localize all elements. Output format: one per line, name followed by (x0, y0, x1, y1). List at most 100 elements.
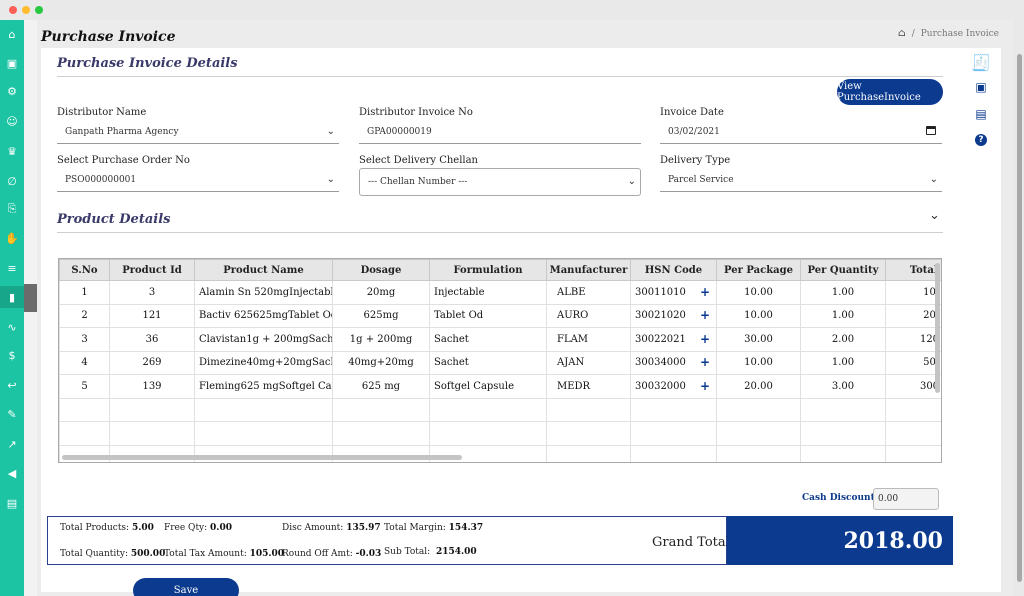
table-cell: MEDR (546, 374, 631, 399)
dollar-icon[interactable]: $ (0, 344, 24, 366)
purchase-order-value: PSO000000001 (65, 174, 137, 185)
save-icon[interactable]: ▣ (0, 52, 24, 74)
settings-icon[interactable]: ⚙ (0, 80, 24, 102)
column-header: Product Id (109, 259, 195, 281)
table-cell (109, 444, 195, 462)
table-cell: Bactiv 625625mgTablet Od (194, 303, 333, 328)
table-cell (546, 444, 631, 462)
chevron-down-icon: ⌄ (326, 174, 335, 185)
column-header: HSN Code (630, 259, 717, 281)
add-hsn-icon[interactable]: + (700, 380, 710, 392)
delivery-type-select[interactable]: Parcel Service ⌄ (660, 168, 942, 192)
home-icon[interactable]: ⌂ (0, 23, 24, 45)
table-cell: 10.00 (716, 280, 801, 305)
return-icon[interactable]: ↩ (0, 374, 24, 396)
pulse-icon[interactable]: ∿ (0, 316, 24, 338)
help-icon[interactable]: ? (969, 130, 993, 150)
pill-icon[interactable]: ∅ (0, 170, 24, 192)
table-cell: 30.00 (716, 327, 801, 352)
sub-total: Sub Total: 2154.00 (384, 547, 477, 557)
hand-icon[interactable]: ✋ (0, 227, 24, 249)
receipt-icon[interactable]: 🧾 (969, 52, 993, 72)
column-header: Manufacturer (546, 259, 631, 281)
book-icon[interactable]: ▤ (969, 104, 993, 124)
chevron-down-icon: ⌄ (627, 176, 636, 187)
view-purchase-invoice-button[interactable]: View PurchaseInvoice (837, 79, 943, 105)
table-cell (716, 397, 801, 422)
maximize-window-button[interactable] (35, 6, 43, 14)
table-cell: Alamin Sn 520mgInjectable (194, 280, 333, 305)
total-products: Total Products: 5.00 (60, 523, 154, 533)
database-icon[interactable]: ≡ (0, 257, 24, 279)
table-cell: 20 (885, 303, 941, 328)
column-header: Per Quantity (800, 259, 886, 281)
table-cell: FLAM (546, 327, 631, 352)
table-cell (885, 421, 941, 446)
table-cell (194, 421, 333, 446)
purchase-order-select[interactable]: PSO000000001 ⌄ (57, 168, 339, 192)
table-cell: 1g + 200mg (332, 327, 430, 352)
file-export-icon[interactable]: ▣ (969, 77, 993, 97)
table-row[interactable]: 5 139 Fleming625 mgSoftgel Cap 625 mg Softge… (59, 374, 941, 399)
table-cell: 139 (109, 374, 195, 399)
collapse-chevron-icon[interactable]: ⌄ (929, 208, 940, 223)
page-scrollbar-thumb[interactable] (1017, 54, 1022, 582)
delivery-chellan-label: Select Delivery Chellan (359, 155, 478, 166)
pencil-icon[interactable]: ✎ (0, 403, 24, 425)
table-cell (109, 397, 195, 422)
divider (57, 76, 943, 77)
distributor-invoice-no-field[interactable]: GPA00000019 (359, 120, 641, 144)
add-hsn-icon[interactable]: + (700, 333, 710, 345)
link-icon[interactable]: ⎘ (0, 198, 24, 220)
table-cell (885, 444, 941, 462)
add-hsn-icon[interactable]: + (700, 356, 710, 368)
distributor-name-value: Ganpath Pharma Agency (65, 126, 179, 137)
table-cell: 4 (59, 350, 110, 375)
table-row[interactable]: 1 3 Alamin Sn 520mgInjectable 20mg Injectabl… (59, 280, 941, 305)
close-window-button[interactable] (9, 6, 17, 14)
delivery-chellan-select[interactable]: --- Chellan Number --- ⌄ (359, 168, 641, 196)
total-quantity: Total Quantity: 500.00 (60, 549, 166, 559)
table-cell: 3 (59, 327, 110, 352)
table-cell (800, 444, 886, 462)
table-row[interactable]: 2 121 Bactiv 625625mgTablet Od 625mg Tablet … (59, 303, 941, 328)
table-row[interactable]: 4 269 Dimezine40mg+20mgSachet 40mg+20mg Sach… (59, 350, 941, 375)
save-button[interactable]: Save (133, 578, 239, 596)
document-icon[interactable]: ▮ (0, 286, 24, 308)
table-cell (332, 421, 430, 446)
user-icon[interactable]: ☺ (0, 110, 24, 132)
distributor-name-select[interactable]: Ganpath Pharma Agency ⌄ (57, 120, 339, 144)
product-table: S.No Product Id Product Name Dosage Formulat… (58, 258, 942, 463)
divider (57, 232, 943, 233)
home-icon[interactable]: ⌂ (898, 28, 906, 39)
calendar-icon[interactable] (926, 126, 936, 135)
invoice-date-field[interactable]: 03/02/2021 (660, 120, 942, 144)
chevron-down-icon: ⌄ (326, 126, 335, 137)
cash-discount-label: Cash Discount: (802, 493, 879, 503)
book-icon[interactable]: ▤ (0, 492, 24, 514)
table-row[interactable]: 3 36 Clavistan1g + 200mgSachet 1g + 200mg Sa… (59, 327, 941, 352)
horizontal-scrollbar[interactable] (62, 455, 462, 460)
add-hsn-icon[interactable]: + (700, 286, 710, 298)
table-cell (59, 444, 110, 462)
page-scrollbar[interactable] (1014, 20, 1024, 596)
table-cell (332, 444, 430, 462)
table-cell: Clavistan1g + 200mgSachet (194, 327, 333, 352)
minimize-window-button[interactable] (22, 6, 30, 14)
vertical-scrollbar[interactable] (935, 263, 940, 393)
cash-discount-input[interactable]: 0.00 (873, 488, 939, 510)
table-cell (194, 444, 333, 462)
column-header: Formulation (429, 259, 547, 281)
crown-icon[interactable]: ♛ (0, 140, 24, 162)
breadcrumb: ⌂ / Purchase Invoice (898, 28, 999, 39)
table-cell: Dimezine40mg+20mgSachet (194, 350, 333, 375)
add-hsn-icon[interactable]: + (700, 309, 710, 321)
table-cell: 625mg (332, 303, 430, 328)
megaphone-icon[interactable]: ◀ (0, 462, 24, 484)
table-cell (630, 397, 717, 422)
chevron-down-icon: ⌄ (929, 174, 938, 185)
chart-icon[interactable]: ↗ (0, 433, 24, 455)
table-cell: Sachet (429, 350, 547, 375)
table-cell (546, 397, 631, 422)
invoice-card: Purchase Invoice Details View PurchaseIn… (41, 48, 1001, 596)
